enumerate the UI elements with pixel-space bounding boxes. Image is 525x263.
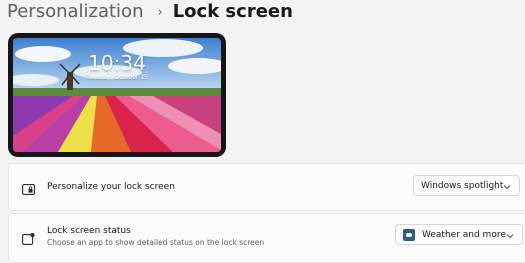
weather-icon (403, 228, 415, 241)
personalize-lock-screen-label: Personalize your lock screen (47, 182, 175, 192)
lock-screen-icon (22, 180, 35, 199)
breadcrumb-separator: › (157, 4, 163, 20)
lock-screen-preview: 10:34 Tuesday, October 15 (8, 33, 226, 157)
lock-screen-status-dropdown[interactable]: Weather and more (395, 224, 523, 245)
lock-screen-status-value: Weather and more (422, 229, 506, 240)
chevron-down-icon (503, 183, 511, 193)
lock-screen-date: Tuesday, October 15 (86, 74, 148, 81)
lock-screen-image: 10:34 Tuesday, October 15 (13, 38, 221, 152)
lock-screen-status-row: Lock screen status Choose an app to show… (8, 213, 525, 263)
personalize-lock-screen-value: Windows spotlight (421, 180, 504, 191)
page-title: Lock screen (172, 0, 293, 22)
personalize-lock-screen-row: Personalize your lock screen Windows spo… (8, 163, 525, 211)
breadcrumb-personalization[interactable]: Personalization (7, 1, 143, 22)
lock-screen-status-description: Choose an app to show detailed status on… (47, 238, 265, 247)
breadcrumb: Personalization › Lock screen (7, 0, 293, 22)
chevron-down-icon (506, 232, 514, 242)
lock-screen-time: 10:34 (88, 51, 146, 75)
lock-screen-status-label: Lock screen status (47, 226, 131, 236)
status-icon (22, 230, 35, 249)
personalize-lock-screen-dropdown[interactable]: Windows spotlight (413, 175, 520, 196)
